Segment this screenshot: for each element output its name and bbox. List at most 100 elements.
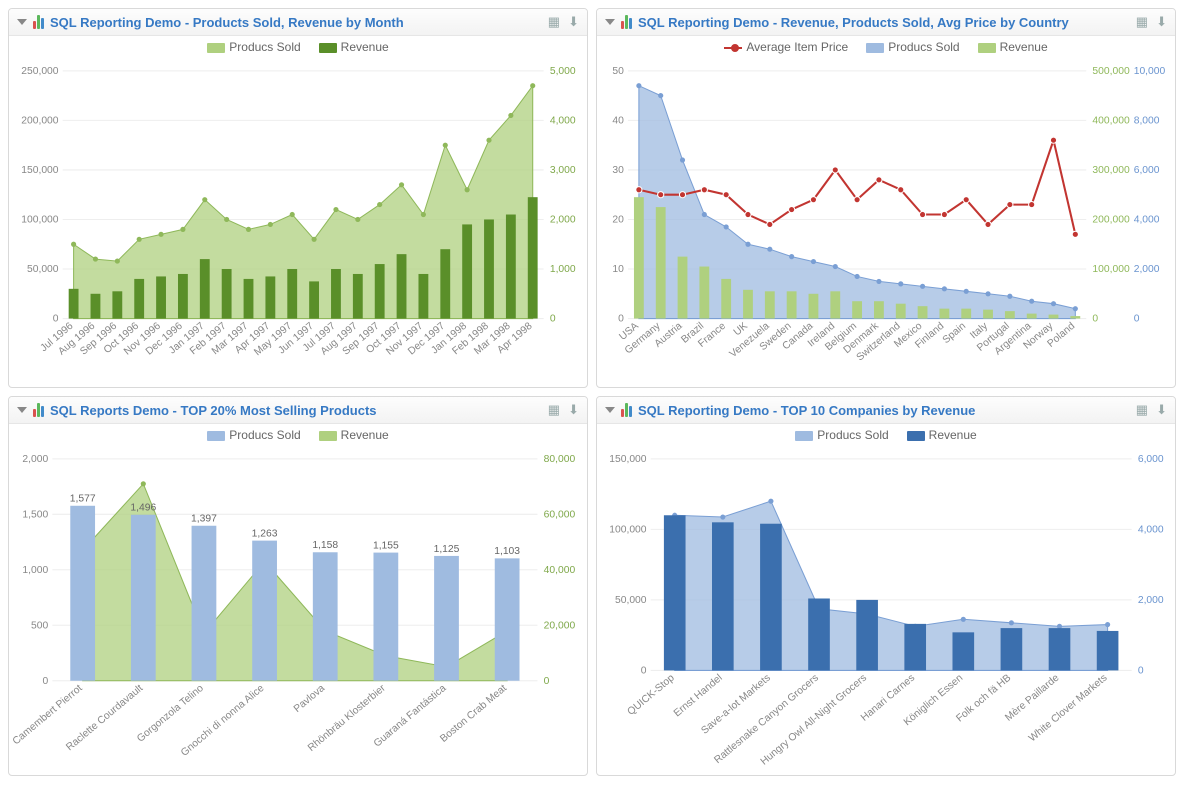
area-point bbox=[399, 182, 404, 187]
chart-svg: 050,000100,000150,00002,0004,0006,000QUI… bbox=[597, 442, 1175, 775]
bar bbox=[961, 309, 971, 319]
svg-text:Pavlova: Pavlova bbox=[292, 683, 327, 715]
dashboard-grid: SQL Reporting Demo - Products Sold, Reve… bbox=[0, 0, 1184, 784]
download-icon[interactable]: ⬇ bbox=[568, 402, 579, 418]
panel-header: SQL Reporting Demo - Revenue, Products S… bbox=[597, 9, 1175, 36]
area-point bbox=[180, 227, 185, 232]
grid-icon[interactable]: ▦ bbox=[1136, 402, 1148, 418]
legend-item-avg: Average Item Price bbox=[724, 40, 848, 54]
bar bbox=[287, 269, 297, 319]
area-point bbox=[961, 617, 966, 622]
line-point bbox=[723, 192, 729, 198]
chevron-down-icon[interactable] bbox=[17, 19, 27, 25]
chevron-down-icon[interactable] bbox=[605, 407, 615, 413]
svg-text:2,000: 2,000 bbox=[22, 454, 48, 465]
bar bbox=[418, 274, 428, 319]
bar bbox=[440, 249, 450, 318]
area-point bbox=[158, 232, 163, 237]
svg-text:4,000: 4,000 bbox=[550, 115, 576, 126]
chevron-down-icon[interactable] bbox=[605, 19, 615, 25]
svg-text:20,000: 20,000 bbox=[544, 620, 576, 631]
bar bbox=[699, 267, 709, 319]
svg-text:150,000: 150,000 bbox=[21, 165, 59, 176]
chart-svg: 05001,0001,5002,000020,00040,00060,00080… bbox=[9, 442, 587, 775]
area-point bbox=[636, 83, 641, 88]
line-point bbox=[832, 167, 838, 173]
area-point bbox=[1009, 620, 1014, 625]
grid-icon[interactable]: ▦ bbox=[548, 14, 560, 30]
panel-title-link[interactable]: SQL Reporting Demo - Revenue, Products S… bbox=[638, 15, 1130, 30]
grid-icon[interactable]: ▦ bbox=[1136, 14, 1148, 30]
bar bbox=[743, 290, 753, 319]
legend-item-revenue: Revenue bbox=[978, 40, 1048, 54]
download-icon[interactable]: ⬇ bbox=[1156, 402, 1167, 418]
chart-area: 050,000100,000150,00002,0004,0006,000QUI… bbox=[597, 442, 1175, 775]
area-series bbox=[675, 501, 1108, 670]
area-point bbox=[1051, 301, 1056, 306]
legend-item-revenue: Revenue bbox=[319, 40, 389, 54]
area-point bbox=[964, 289, 969, 294]
svg-text:80,000: 80,000 bbox=[544, 454, 576, 465]
bar bbox=[904, 624, 926, 671]
chart-icon bbox=[33, 15, 44, 29]
panel-title-link[interactable]: SQL Reports Demo - TOP 20% Most Selling … bbox=[50, 403, 542, 418]
svg-text:200,000: 200,000 bbox=[1092, 215, 1130, 226]
area-point bbox=[920, 284, 925, 289]
line-point bbox=[876, 177, 882, 183]
area-point bbox=[1029, 299, 1034, 304]
bar bbox=[808, 598, 830, 670]
area-point bbox=[724, 224, 729, 229]
bar bbox=[265, 276, 275, 318]
bar bbox=[1097, 631, 1119, 670]
svg-text:Boston Crab Meat: Boston Crab Meat bbox=[438, 683, 509, 745]
svg-text:1,000: 1,000 bbox=[22, 565, 48, 576]
svg-text:100,000: 100,000 bbox=[21, 215, 59, 226]
svg-text:1,397: 1,397 bbox=[191, 514, 217, 525]
bar bbox=[373, 553, 398, 681]
panel-title-link[interactable]: SQL Reporting Demo - TOP 10 Companies by… bbox=[638, 403, 1130, 418]
svg-text:0: 0 bbox=[42, 676, 48, 687]
bar bbox=[874, 301, 884, 318]
bar bbox=[252, 541, 277, 681]
area-point bbox=[421, 212, 426, 217]
bar bbox=[678, 257, 688, 319]
bar bbox=[313, 552, 338, 680]
bar bbox=[131, 515, 156, 681]
area-point bbox=[290, 212, 295, 217]
chevron-down-icon[interactable] bbox=[17, 407, 27, 413]
download-icon[interactable]: ⬇ bbox=[1156, 14, 1167, 30]
bar bbox=[939, 309, 949, 319]
svg-text:50: 50 bbox=[612, 66, 624, 77]
bar bbox=[856, 600, 878, 671]
area-point bbox=[465, 187, 470, 192]
bar bbox=[244, 279, 254, 319]
line-point bbox=[767, 221, 773, 227]
bar bbox=[134, 279, 144, 319]
svg-text:0: 0 bbox=[53, 314, 59, 325]
svg-text:0: 0 bbox=[1134, 314, 1140, 325]
svg-text:0: 0 bbox=[1138, 666, 1144, 677]
area-point bbox=[702, 212, 707, 217]
bar bbox=[1027, 314, 1037, 319]
svg-text:5,000: 5,000 bbox=[550, 66, 576, 77]
area-point bbox=[833, 264, 838, 269]
grid-icon[interactable]: ▦ bbox=[548, 402, 560, 418]
svg-text:1,577: 1,577 bbox=[70, 494, 96, 505]
bar bbox=[1070, 316, 1080, 318]
svg-text:0: 0 bbox=[550, 314, 556, 325]
line-point bbox=[658, 192, 664, 198]
download-icon[interactable]: ⬇ bbox=[568, 14, 579, 30]
area-point bbox=[745, 242, 750, 247]
legend: Producs Sold Revenue bbox=[9, 424, 587, 442]
bar bbox=[156, 276, 166, 318]
area-point bbox=[985, 291, 990, 296]
bar bbox=[112, 291, 122, 318]
bar bbox=[918, 306, 928, 318]
panel-title-link[interactable]: SQL Reporting Demo - Products Sold, Reve… bbox=[50, 15, 542, 30]
legend-item-products: Producs Sold bbox=[207, 40, 300, 54]
svg-text:500: 500 bbox=[31, 620, 48, 631]
area-point bbox=[115, 259, 120, 264]
panel-revenue-by-month: SQL Reporting Demo - Products Sold, Reve… bbox=[8, 8, 588, 388]
svg-text:1,500: 1,500 bbox=[22, 509, 48, 520]
line-point bbox=[941, 211, 947, 217]
